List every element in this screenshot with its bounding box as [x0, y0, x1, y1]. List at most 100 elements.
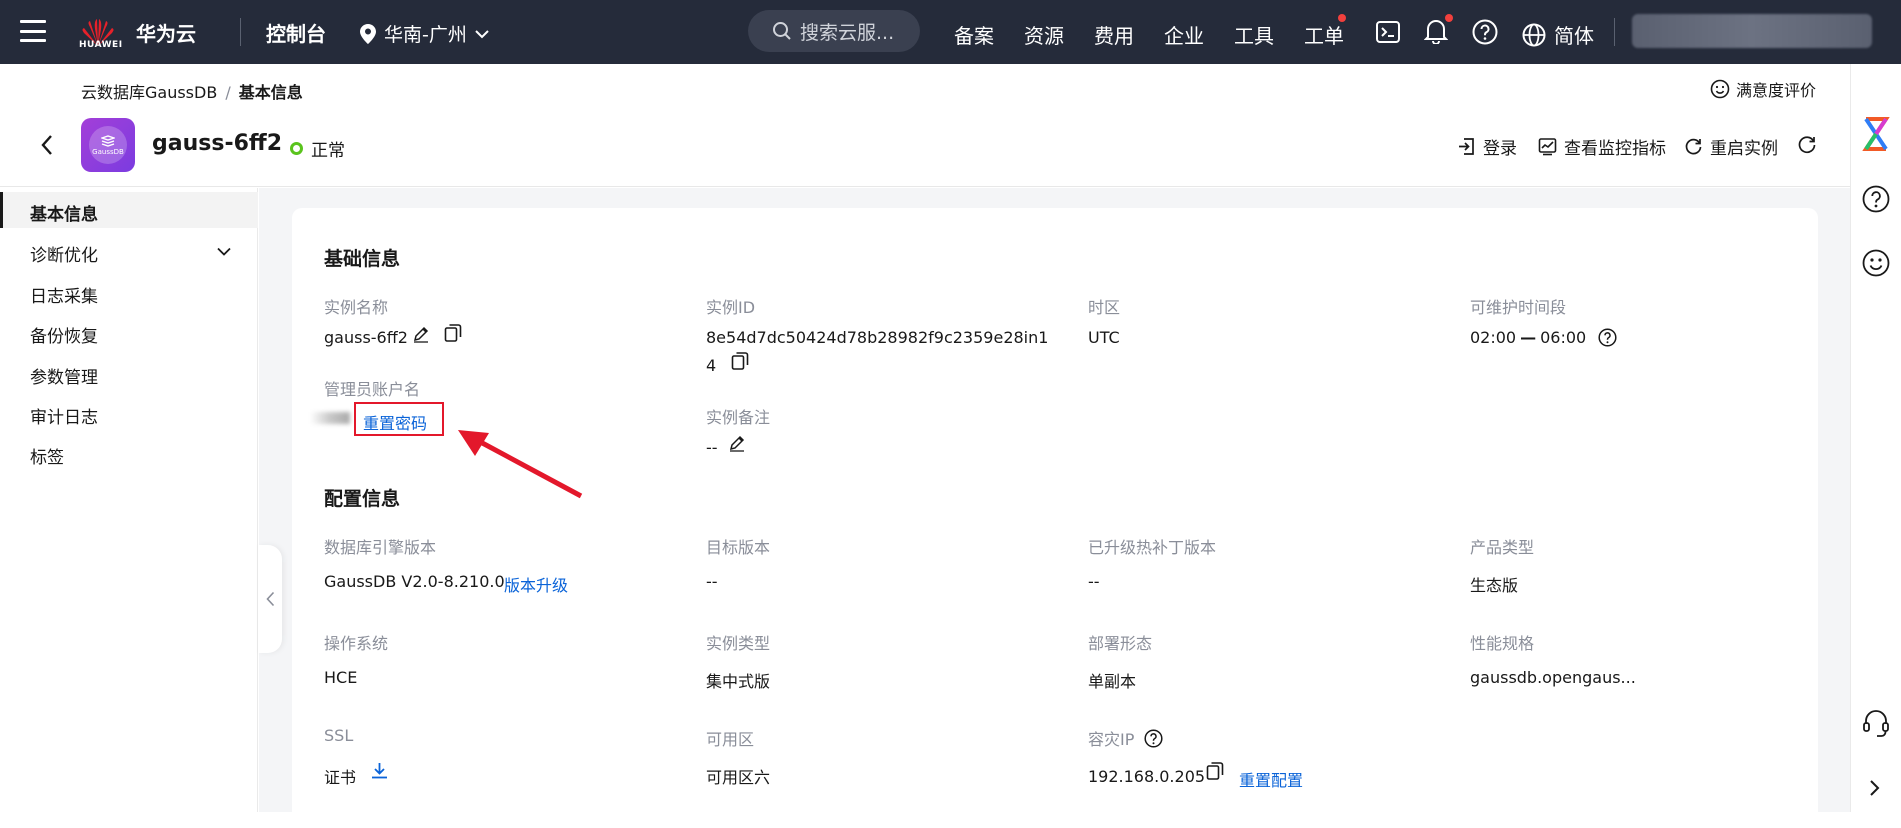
- login-icon: [1459, 138, 1474, 155]
- back-arrow-icon[interactable]: [40, 134, 54, 156]
- edit-pencil-icon[interactable]: [412, 325, 430, 343]
- ssl-label: SSL: [324, 726, 354, 745]
- chevron-down-icon[interactable]: [217, 247, 231, 256]
- version-upgrade-link[interactable]: 版本升级: [504, 572, 568, 596]
- customer-service-headset-icon[interactable]: [1862, 708, 1890, 738]
- ssl-certificate-value: 证书: [324, 768, 357, 787]
- sidebar-item-parameters[interactable]: 参数管理: [30, 363, 98, 388]
- restart-instance-button[interactable]: 重启实例: [1684, 134, 1778, 159]
- search-icon: [773, 22, 791, 40]
- monitor-chart-icon: [1538, 138, 1557, 156]
- account-name-blurred[interactable]: [1632, 14, 1872, 48]
- edit-pencil-icon[interactable]: [728, 434, 746, 452]
- annotation-arrow: [458, 430, 583, 499]
- ticket-notification-dot: [1338, 14, 1346, 22]
- location-pin-icon: [360, 23, 376, 44]
- gaussdb-product-icon: GaussDB: [81, 118, 135, 172]
- os-value: HCE: [324, 668, 358, 687]
- breadcrumb-current: 基本信息: [238, 83, 303, 102]
- performance-spec-label: 性能规格: [1470, 634, 1535, 653]
- status-indicator: [290, 142, 303, 155]
- sidebar-item-diagnosis[interactable]: 诊断优化: [30, 241, 98, 266]
- maintenance-start: 02:00: [1470, 328, 1517, 347]
- chevron-down-icon: [475, 29, 489, 38]
- help-icon[interactable]: [1598, 328, 1617, 347]
- sidebar-item-backup-restore[interactable]: 备份恢复: [30, 322, 98, 347]
- timezone-label: 时区: [1088, 298, 1121, 317]
- instance-name-label: 实例名称: [324, 298, 389, 317]
- copy-icon[interactable]: [444, 323, 462, 343]
- breadcrumb-root-link[interactable]: 云数据库GaussDB: [81, 83, 217, 102]
- engine-version-value: GaussDB V2.0-8.210.0: [324, 572, 505, 591]
- view-metrics-label: 查看监控指标: [1564, 139, 1666, 159]
- search-placeholder: 搜索云服...: [800, 21, 895, 44]
- config-info-title: 配置信息: [324, 488, 401, 510]
- menu-icon[interactable]: [20, 20, 46, 42]
- engine-version-label: 数据库引擎版本: [324, 538, 437, 557]
- os-label: 操作系统: [324, 634, 389, 653]
- divider: [240, 18, 241, 46]
- instance-type-label: 实例类型: [706, 634, 771, 653]
- dr-ip-value: 192.168.0.205: [1088, 767, 1206, 786]
- nav-link-tools[interactable]: 工具: [1234, 20, 1274, 49]
- deployment-label: 部署形态: [1088, 634, 1153, 653]
- region-selector[interactable]: 华南-广州: [360, 20, 489, 47]
- maintenance-dash: —: [1520, 328, 1537, 347]
- sidebar-item-log-collection[interactable]: 日志采集: [30, 282, 98, 307]
- download-icon[interactable]: [370, 761, 389, 780]
- instance-remark-value: --: [706, 438, 718, 457]
- top-navigation-bar: HUAWEI 华为云 控制台 华南-广州 搜索云服... 备案 资源 费用 企业…: [0, 0, 1901, 64]
- info-card: [292, 208, 1818, 828]
- language-selector[interactable]: 简体: [1522, 20, 1594, 49]
- sidebar-item-basic-info[interactable]: 基本信息: [30, 200, 98, 225]
- nav-link-tickets[interactable]: 工单: [1304, 20, 1344, 49]
- login-button[interactable]: 登录: [1457, 134, 1517, 159]
- sidebar-collapse-handle[interactable]: [258, 545, 282, 653]
- instance-title: gauss-6ff2: [152, 131, 283, 156]
- product-type-value: 生态版: [1470, 576, 1519, 595]
- header-divider: [0, 186, 1850, 187]
- nav-link-resources[interactable]: 资源: [1024, 20, 1064, 49]
- performance-spec-value: gaussdb.opengaus...: [1470, 668, 1636, 687]
- copy-icon[interactable]: [1206, 761, 1224, 781]
- hotpatch-version-label: 已升级热补丁版本: [1088, 538, 1217, 557]
- sidebar-item-audit-log[interactable]: 审计日志: [30, 403, 98, 428]
- satisfaction-button[interactable]: 满意度评价: [1710, 77, 1816, 101]
- nav-link-filing[interactable]: 备案: [954, 20, 994, 49]
- highlight-box: [354, 402, 444, 436]
- target-version-value: --: [706, 572, 718, 591]
- deployment-value: 单副本: [1088, 672, 1137, 691]
- maintenance-window-label: 可维护时间段: [1470, 298, 1567, 317]
- search-box[interactable]: 搜索云服...: [748, 10, 920, 52]
- help-icon[interactable]: [1862, 185, 1890, 213]
- copy-icon[interactable]: [731, 351, 749, 371]
- nav-link-enterprise[interactable]: 企业: [1164, 20, 1204, 49]
- admin-account-blurred: [310, 412, 350, 424]
- logo-wordmark: HUAWEI: [79, 40, 123, 50]
- restart-instance-label: 重启实例: [1710, 139, 1778, 159]
- help-icon[interactable]: [1144, 728, 1163, 748]
- ai-assistant-icon[interactable]: [1862, 116, 1890, 152]
- sidebar-item-tags[interactable]: 标签: [30, 443, 64, 468]
- hotpatch-version-value: --: [1088, 572, 1100, 591]
- instance-type-value: 集中式版: [706, 672, 771, 691]
- bell-icon[interactable]: [1424, 18, 1448, 44]
- reset-config-link[interactable]: 重置配置: [1239, 767, 1303, 791]
- instance-id-value-line1: 8e54d7dc50424d78b28982f9c2359e28in1: [706, 328, 1049, 347]
- brand-name[interactable]: 华为云: [136, 18, 196, 47]
- smile-icon: [1710, 79, 1730, 99]
- bell-notification-dot: [1445, 14, 1453, 22]
- cloud-shell-icon[interactable]: [1376, 20, 1400, 44]
- status-label: 正常: [311, 141, 345, 161]
- right-tool-rail: [1850, 64, 1901, 812]
- nav-link-billing[interactable]: 费用: [1094, 20, 1134, 49]
- chevron-right-icon[interactable]: [1869, 779, 1881, 797]
- view-metrics-button[interactable]: 查看监控指标: [1538, 134, 1666, 159]
- console-link[interactable]: 控制台: [266, 18, 326, 47]
- refresh-icon[interactable]: [1797, 134, 1817, 154]
- satisfaction-label: 满意度评价: [1736, 81, 1817, 100]
- instance-name-value: gauss-6ff2: [324, 328, 408, 347]
- help-icon[interactable]: [1472, 19, 1498, 45]
- feedback-smile-icon[interactable]: [1862, 249, 1890, 277]
- breadcrumb: 云数据库GaussDB / 基本信息: [81, 79, 303, 103]
